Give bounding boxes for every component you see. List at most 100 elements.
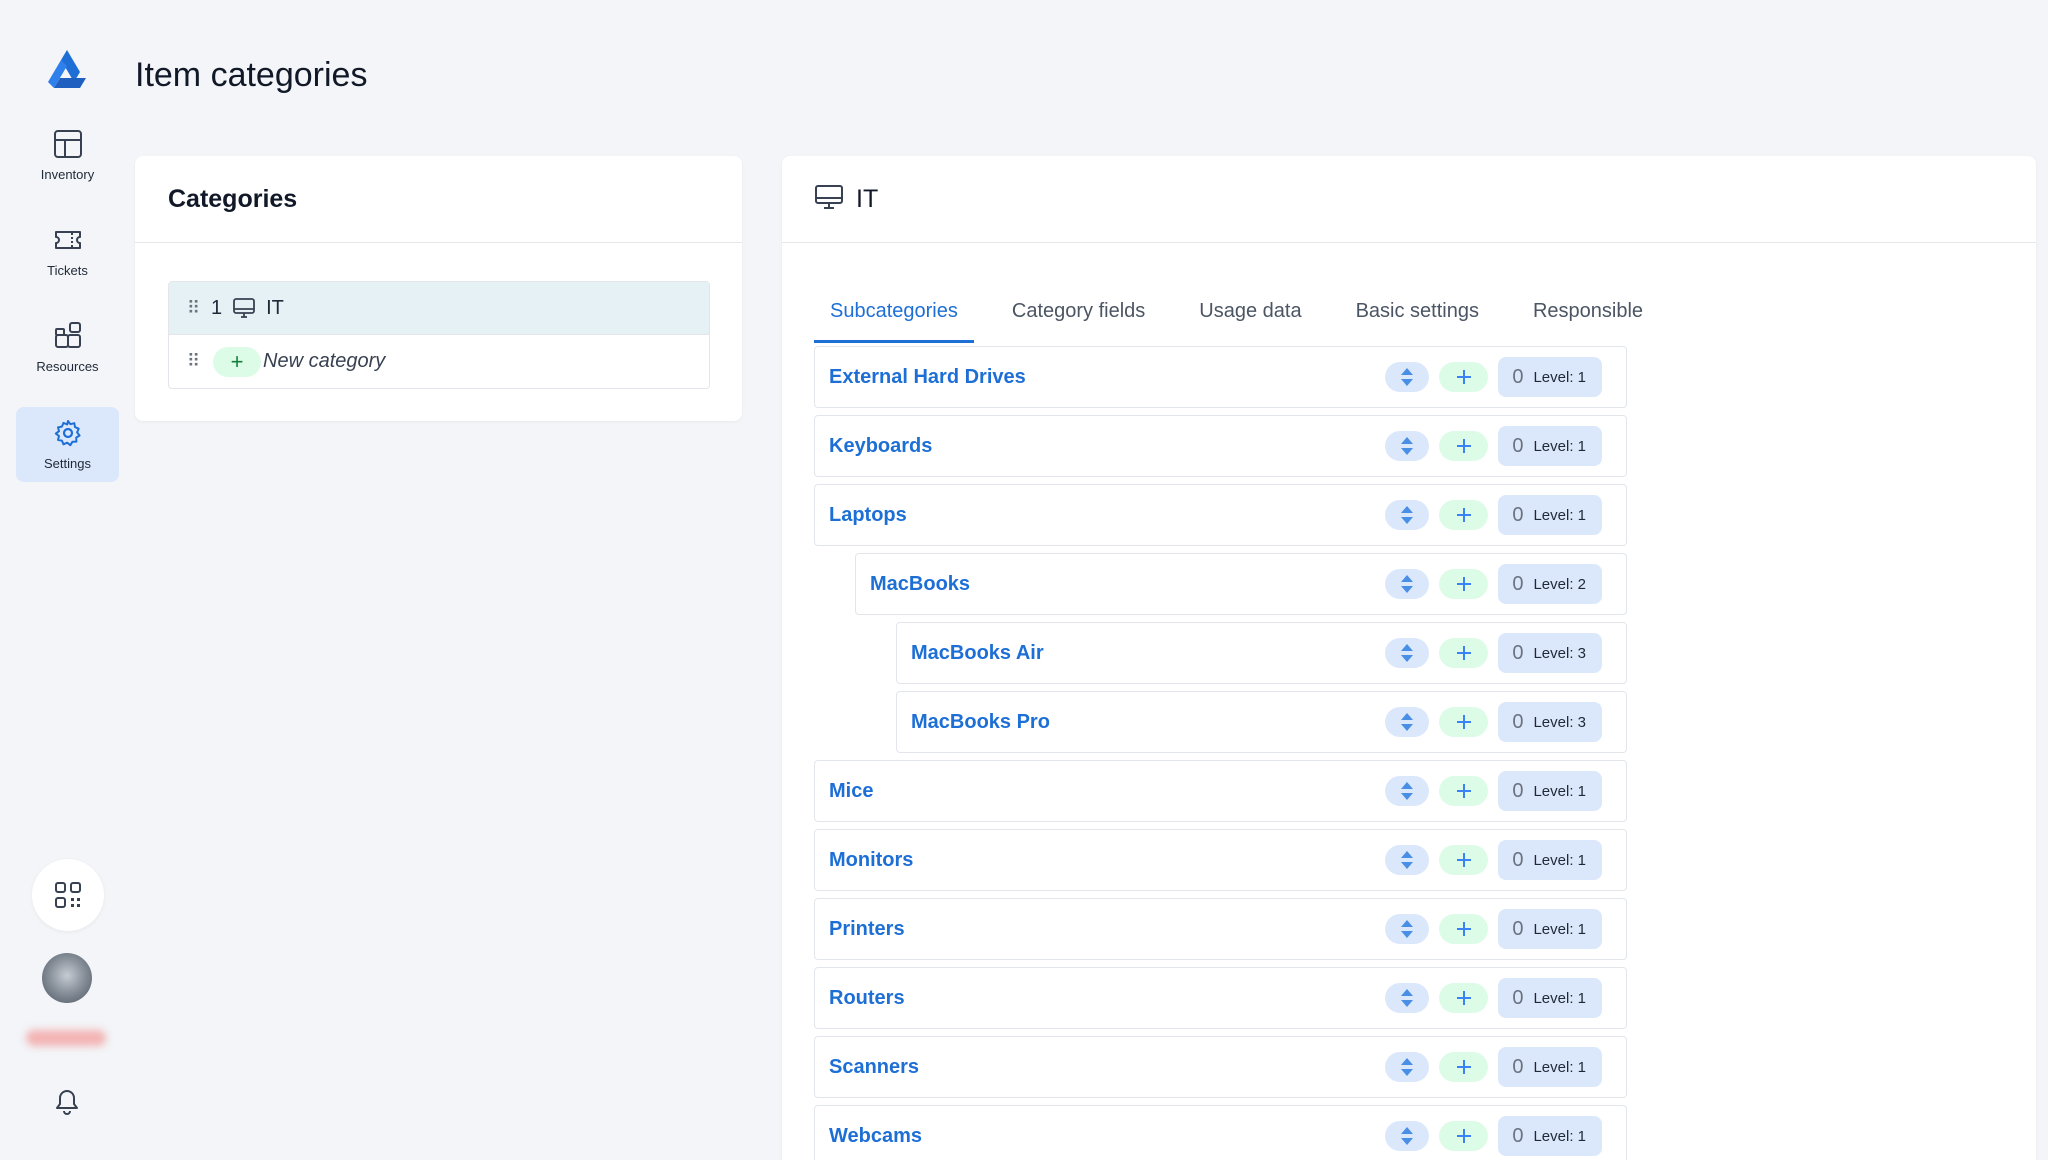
subcategory-name[interactable]: MacBooks Air	[897, 642, 1385, 665]
subcategory-row[interactable]: MacBooks Air 0 Level: 3	[896, 622, 1627, 684]
tab-responsible[interactable]: Responsible	[1517, 280, 1659, 343]
new-category-label[interactable]: New category	[263, 350, 385, 373]
categories-title: Categories	[168, 184, 298, 213]
add-subcategory-button[interactable]	[1439, 776, 1489, 806]
tab-usage-data[interactable]: Usage data	[1183, 280, 1317, 343]
add-subcategory-button[interactable]	[1439, 707, 1489, 737]
sort-arrows-icon	[1401, 1127, 1414, 1145]
category-detail-card: IT Subcategories Category fields Usage d…	[782, 156, 2036, 1160]
sidebar-item-tickets[interactable]: Tickets	[16, 214, 119, 289]
reorder-button[interactable]	[1385, 914, 1430, 944]
subcategory-controls: 0 Level: 1	[1385, 1047, 1626, 1087]
plus-icon	[1456, 1129, 1471, 1143]
item-count: 0	[1512, 710, 1524, 733]
level-badge: 0 Level: 2	[1498, 564, 1602, 604]
subcategory-name[interactable]: Laptops	[815, 504, 1385, 527]
add-subcategory-button[interactable]	[1439, 500, 1489, 530]
subcategory-name[interactable]: Keyboards	[815, 435, 1385, 458]
subcategory-name[interactable]: Routers	[815, 987, 1385, 1010]
level-badge: 0 Level: 1	[1498, 909, 1602, 949]
item-count: 0	[1512, 1055, 1524, 1078]
subcategory-name[interactable]: Mice	[815, 780, 1385, 803]
level-badge: 0 Level: 3	[1498, 633, 1602, 673]
reorder-button[interactable]	[1385, 1052, 1430, 1082]
sidebar: Inventory Tickets Resources Settings	[0, 0, 135, 1160]
subcategory-name[interactable]: Printers	[815, 918, 1385, 941]
level-label: Level: 1	[1533, 368, 1586, 386]
reorder-button[interactable]	[1385, 1121, 1430, 1151]
sidebar-item-label: Inventory	[40, 167, 95, 182]
subcategory-name[interactable]: Scanners	[815, 1056, 1385, 1079]
sort-arrows-icon	[1401, 782, 1414, 800]
qr-code-button[interactable]	[32, 859, 104, 931]
subcategory-row[interactable]: MacBooks 0 Level: 2	[855, 553, 1627, 615]
tab-subcategories[interactable]: Subcategories	[814, 280, 974, 343]
subcategory-row[interactable]: Keyboards 0 Level: 1	[814, 415, 1627, 477]
app-logo[interactable]	[44, 48, 90, 90]
add-subcategory-button[interactable]	[1439, 983, 1489, 1013]
plus-icon	[1456, 508, 1471, 522]
subcategory-name[interactable]: Webcams	[815, 1125, 1385, 1148]
level-label: Level: 1	[1533, 506, 1586, 524]
plus-icon	[1456, 715, 1471, 729]
reorder-button[interactable]	[1385, 845, 1430, 875]
add-subcategory-button[interactable]	[1439, 638, 1489, 668]
subcategory-row[interactable]: Webcams 0 Level: 1	[814, 1105, 1627, 1160]
subcategory-row[interactable]: Printers 0 Level: 1	[814, 898, 1627, 960]
category-detail-header: IT	[782, 156, 2036, 243]
drag-handle-icon: ⠿	[187, 351, 200, 371]
sort-arrows-icon	[1401, 506, 1414, 524]
subcategory-row[interactable]: Scanners 0 Level: 1	[814, 1036, 1627, 1098]
category-item-it[interactable]: ⠿ 1 IT	[169, 282, 709, 335]
reorder-button[interactable]	[1385, 776, 1430, 806]
avatar[interactable]	[42, 953, 92, 1003]
add-category-button[interactable]: +	[213, 346, 261, 377]
reorder-button[interactable]	[1385, 500, 1430, 530]
sidebar-item-inventory[interactable]: Inventory	[16, 118, 119, 193]
add-subcategory-button[interactable]	[1439, 569, 1489, 599]
reorder-button[interactable]	[1385, 431, 1430, 461]
level-label: Level: 2	[1533, 575, 1586, 593]
subcategory-row[interactable]: Laptops 0 Level: 1	[814, 484, 1627, 546]
sidebar-item-settings[interactable]: Settings	[16, 407, 119, 482]
subcategory-name[interactable]: External Hard Drives	[815, 366, 1385, 389]
subcategory-controls: 0 Level: 1	[1385, 909, 1626, 949]
subcategory-controls: 0 Level: 1	[1385, 840, 1626, 880]
sidebar-item-resources[interactable]: Resources	[16, 310, 119, 385]
item-count: 0	[1512, 434, 1524, 457]
reorder-button[interactable]	[1385, 362, 1430, 392]
sort-arrows-icon	[1401, 713, 1414, 731]
subcategory-row[interactable]: Routers 0 Level: 1	[814, 967, 1627, 1029]
reorder-button[interactable]	[1385, 983, 1430, 1013]
subcategory-controls: 0 Level: 1	[1385, 426, 1626, 466]
subcategory-row[interactable]: MacBooks Pro 0 Level: 3	[896, 691, 1627, 753]
reorder-button[interactable]	[1385, 569, 1430, 599]
subcategory-row[interactable]: External Hard Drives 0 Level: 1	[814, 346, 1627, 408]
subcategory-name[interactable]: MacBooks Pro	[897, 711, 1385, 734]
subcategory-name[interactable]: Monitors	[815, 849, 1385, 872]
category-list: ⠿ 1 IT ⠿ + New category	[168, 281, 710, 389]
user-name-redacted	[26, 1030, 106, 1046]
monitor-icon	[814, 182, 844, 217]
reorder-button[interactable]	[1385, 707, 1430, 737]
subcategory-row[interactable]: Monitors 0 Level: 1	[814, 829, 1627, 891]
add-subcategory-button[interactable]	[1439, 914, 1489, 944]
add-subcategory-button[interactable]	[1439, 362, 1489, 392]
item-count: 0	[1512, 503, 1524, 526]
subcategory-name[interactable]: MacBooks	[856, 573, 1385, 596]
new-category-row[interactable]: ⠿ + New category	[169, 335, 709, 388]
level-label: Level: 1	[1533, 851, 1586, 869]
reorder-button[interactable]	[1385, 638, 1430, 668]
drag-handle-icon[interactable]: ⠿	[187, 298, 207, 319]
tab-category-fields[interactable]: Category fields	[996, 280, 1161, 343]
tab-basic-settings[interactable]: Basic settings	[1340, 280, 1495, 343]
notifications-button[interactable]	[50, 1085, 84, 1119]
add-subcategory-button[interactable]	[1439, 1052, 1489, 1082]
add-subcategory-button[interactable]	[1439, 845, 1489, 875]
add-subcategory-button[interactable]	[1439, 431, 1489, 461]
sort-arrows-icon	[1401, 989, 1414, 1007]
level-badge: 0 Level: 1	[1498, 840, 1602, 880]
add-subcategory-button[interactable]	[1439, 1121, 1489, 1151]
subcategory-row[interactable]: Mice 0 Level: 1	[814, 760, 1627, 822]
gear-icon	[54, 420, 81, 447]
